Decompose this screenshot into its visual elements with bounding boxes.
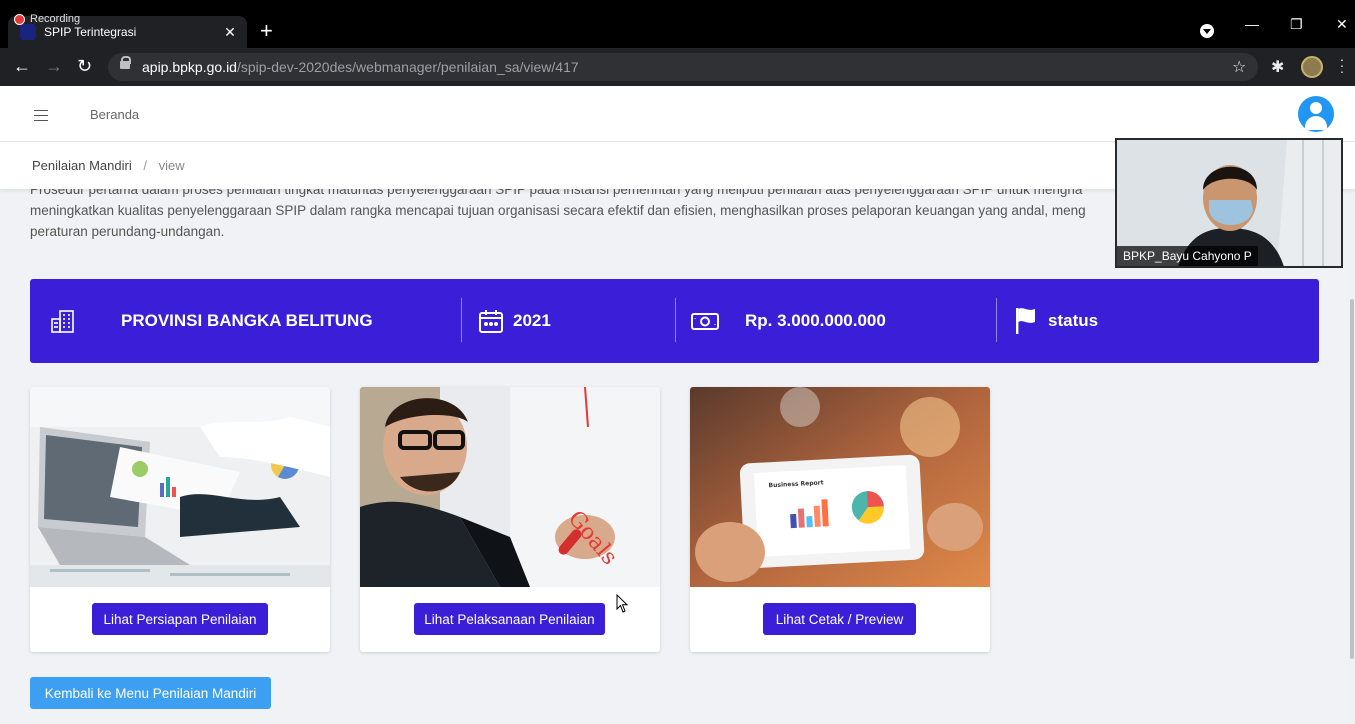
nav-beranda-link[interactable]: Beranda bbox=[90, 107, 139, 122]
participant-name: BPKP_Bayu Cahyono P bbox=[1117, 246, 1258, 266]
browser-menu-icon[interactable]: · · · bbox=[1339, 52, 1345, 78]
window-close-icon[interactable]: ✕ bbox=[1336, 16, 1348, 33]
budget-amount: Rp. 3.000.000.000 bbox=[745, 311, 886, 330]
back-arrow-icon[interactable]: ← bbox=[13, 56, 31, 76]
tab-title: SPIP Terintegrasi bbox=[44, 25, 137, 39]
card-pelaksanaan: Goals Lihat Pelaksanaan Penilaian bbox=[360, 387, 660, 652]
tab-close-icon[interactable]: ✕ bbox=[221, 23, 239, 41]
scrollbar-thumb[interactable] bbox=[1350, 299, 1354, 659]
url-path: /spip-dev-2020des/webmanager/penilaian_s… bbox=[236, 59, 579, 75]
video-call-overlay[interactable]: BPKP_Bayu Cahyono P bbox=[1115, 138, 1343, 268]
flag-icon bbox=[1013, 279, 1039, 363]
card-persiapan: Lihat Persiapan Penilaian bbox=[30, 387, 330, 652]
url-host: apip.bpkp.go.id bbox=[142, 59, 237, 75]
main-content: Prosedur pertama dalam proses penilaian … bbox=[0, 189, 1349, 724]
extensions-puzzle-icon[interactable]: ✱ bbox=[1271, 57, 1284, 77]
calendar-icon bbox=[477, 279, 505, 363]
user-avatar[interactable] bbox=[1298, 96, 1334, 132]
assessment-year: 2021 bbox=[513, 311, 551, 330]
tab-search-icon[interactable] bbox=[1200, 24, 1214, 38]
lock-icon bbox=[120, 56, 131, 69]
favicon-icon bbox=[20, 24, 36, 40]
browser-profile-avatar[interactable] bbox=[1301, 56, 1323, 78]
breadcrumb: Penilaian Mandiri / view bbox=[32, 158, 185, 173]
minimize-icon[interactable]: — bbox=[1245, 16, 1259, 32]
app-header: Beranda bbox=[0, 86, 1355, 142]
tablet-report-photo: Business Report bbox=[690, 387, 990, 587]
lihat-pelaksanaan-button[interactable]: Lihat Pelaksanaan Penilaian bbox=[414, 603, 605, 635]
businessman-goals-photo: Goals bbox=[360, 387, 660, 587]
bookmark-star-icon[interactable]: ☆ bbox=[1232, 57, 1246, 77]
recording-label: Recording bbox=[30, 13, 81, 25]
kembali-menu-button[interactable]: Kembali ke Menu Penilaian Mandiri bbox=[30, 677, 271, 709]
info-banner: PROVINSI BANGKA BELITUNG 2021 Rp. 3.000.… bbox=[30, 279, 1319, 363]
breadcrumb-separator: / bbox=[143, 158, 147, 173]
record-dot-icon bbox=[14, 13, 25, 25]
hamburger-menu-icon[interactable] bbox=[34, 110, 48, 121]
new-tab-icon[interactable]: + bbox=[260, 20, 273, 42]
banner-divider bbox=[996, 298, 997, 342]
user-avatar-head bbox=[1310, 102, 1322, 114]
breadcrumb-parent[interactable]: Penilaian Mandiri bbox=[32, 158, 132, 173]
address-bar[interactable]: apip.bpkp.go.id/spip-dev-2020des/webmana… bbox=[108, 53, 1258, 81]
restore-icon[interactable]: ❐ bbox=[1290, 16, 1303, 33]
user-avatar-body bbox=[1305, 116, 1327, 130]
browser-titlebar: Recording SPIP Terintegrasi ✕ + — ❐ ✕ bbox=[0, 0, 1355, 48]
money-icon bbox=[690, 279, 720, 363]
banner-divider bbox=[461, 298, 462, 342]
breadcrumb-current: view bbox=[158, 158, 185, 173]
lihat-persiapan-button[interactable]: Lihat Persiapan Penilaian bbox=[92, 603, 268, 635]
browser-toolbar: ← → ↻ apip.bpkp.go.id/spip-dev-2020des/w… bbox=[0, 48, 1355, 86]
mouse-cursor-icon bbox=[616, 594, 629, 613]
province-name: PROVINSI BANGKA BELITUNG bbox=[121, 311, 373, 330]
building-icon bbox=[49, 279, 77, 363]
lihat-cetak-preview-button[interactable]: Lihat Cetak / Preview bbox=[763, 603, 916, 635]
reload-icon[interactable]: ↻ bbox=[77, 56, 92, 76]
status-label: status bbox=[1048, 311, 1099, 330]
card-cetak: Business Report Lihat Cetak / Preview bbox=[690, 387, 990, 652]
recording-indicator: Recording bbox=[14, 13, 80, 25]
forward-arrow-icon[interactable]: → bbox=[45, 56, 63, 76]
banner-divider bbox=[675, 298, 676, 342]
url-text: apip.bpkp.go.id/spip-dev-2020des/webmana… bbox=[142, 59, 579, 75]
laptop-charts-photo bbox=[30, 387, 330, 587]
page-scrollbar[interactable] bbox=[1349, 189, 1355, 724]
